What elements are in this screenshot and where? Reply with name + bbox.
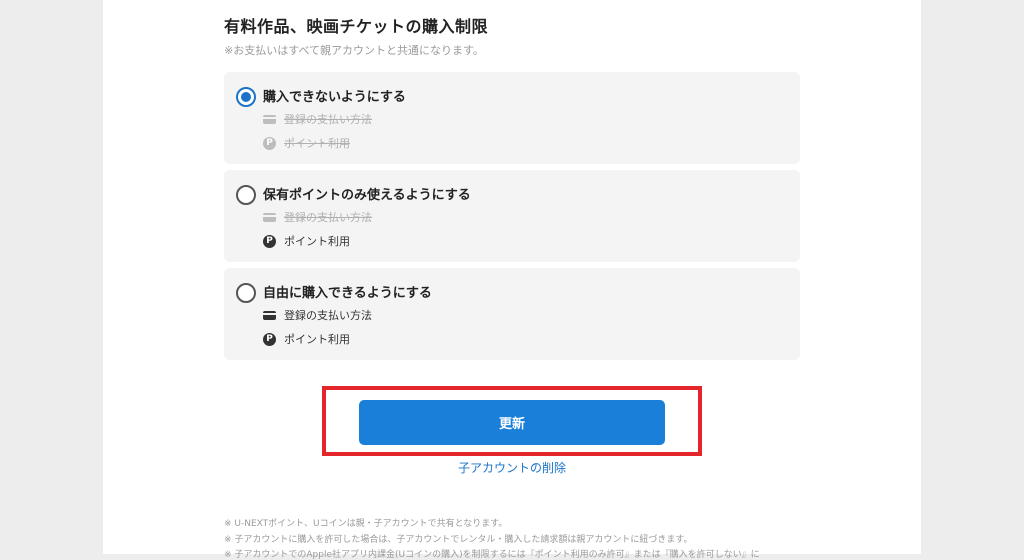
payment-note: ※お支払いはすべて親アカウントと共通になります。 bbox=[224, 44, 484, 57]
feature-payment-method: 登録の支払い方法 bbox=[263, 307, 372, 323]
option-label: 購入できないようにする bbox=[263, 90, 406, 105]
radio-free-purchase[interactable] bbox=[236, 283, 256, 303]
feature-payment-method: 登録の支払い方法 bbox=[263, 111, 372, 127]
point-icon: P bbox=[263, 136, 276, 150]
option-label: 保有ポイントのみ使えるようにする bbox=[263, 188, 471, 203]
option-no-purchase[interactable]: 購入できないようにする 登録の支払い方法 P ポイント利用 bbox=[224, 72, 800, 164]
section-title: 有料作品、映画チケットの購入制限 bbox=[224, 17, 489, 36]
point-icon: P bbox=[263, 332, 276, 346]
point-icon: P bbox=[263, 234, 276, 248]
credit-card-icon bbox=[263, 212, 276, 222]
feature-point-use: P ポイント利用 bbox=[263, 135, 350, 151]
feature-payment-method: 登録の支払い方法 bbox=[263, 209, 372, 225]
option-points-only[interactable]: 保有ポイントのみ使えるようにする 登録の支払い方法 P ポイント利用 bbox=[224, 170, 800, 262]
option-free-purchase[interactable]: 自由に購入できるようにする 登録の支払い方法 P ポイント利用 bbox=[224, 268, 800, 360]
feature-point-use: P ポイント利用 bbox=[263, 233, 350, 249]
option-label: 自由に購入できるようにする bbox=[263, 286, 432, 301]
credit-card-icon bbox=[263, 114, 276, 124]
delete-child-account-link[interactable]: 子アカウントの削除 bbox=[0, 459, 1024, 476]
radio-no-purchase[interactable] bbox=[236, 87, 256, 107]
radio-points-only[interactable] bbox=[236, 185, 256, 205]
feature-point-use: P ポイント利用 bbox=[263, 331, 350, 347]
footnote: ※ 子アカウントに購入を許可した場合は、子アカウントでレンタル・購入した請求額は… bbox=[224, 535, 693, 545]
credit-card-icon bbox=[263, 310, 276, 320]
update-button[interactable]: 更新 bbox=[359, 400, 665, 445]
footnote: ※ U-NEXTポイント、Uコインは親・子アカウントで共有となります。 bbox=[224, 519, 508, 529]
